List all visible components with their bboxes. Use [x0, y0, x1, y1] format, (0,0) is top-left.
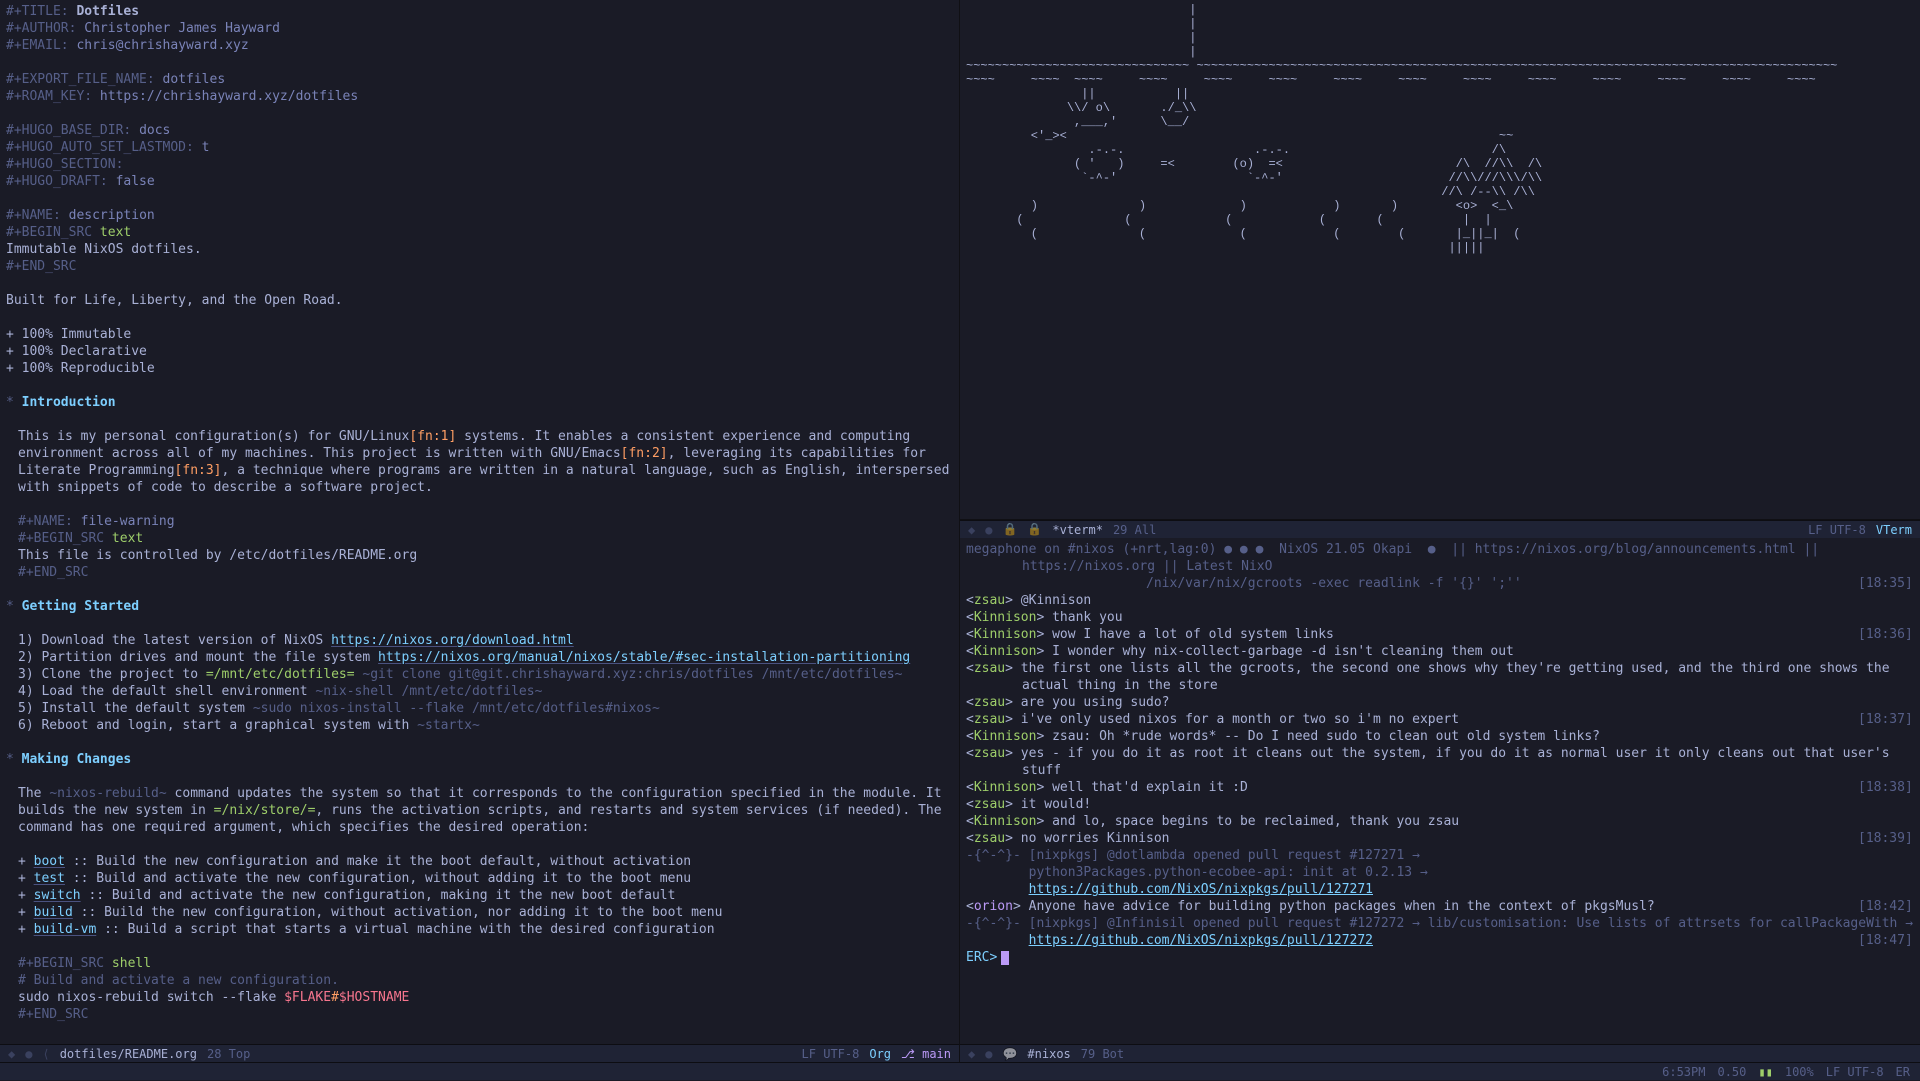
description-body: Immutable NixOS dotfiles. [6, 241, 953, 258]
aquarium-ascii: | | | | ~~~~~~~~~~~~~~~~~~~~~~~~~~~~~~~ … [966, 3, 1914, 255]
step-6: 6) Reboot and login, start a graphical s… [6, 717, 953, 734]
step-4: 4) Load the default shell environment ~n… [6, 683, 953, 700]
evil-state-icon: ◆ [8, 1045, 15, 1063]
chat-message: <Kinnison> I wonder why nix-collect-garb… [966, 643, 1914, 660]
modified-icon: ● [25, 1045, 32, 1063]
making-changes-paragraph: The ~nixos-rebuild~ command updates the … [6, 785, 953, 836]
encoding: LF UTF-8 [1826, 1063, 1884, 1080]
encoding: LF UTF-8 [1808, 521, 1866, 539]
partition-link[interactable]: https://nixos.org/manual/nixos/stable/#s… [378, 650, 910, 665]
org-roam-line: #+ROAM_KEY: https://chrishayward.xyz/dot… [6, 88, 953, 105]
chat-message: <zsau> the first one lists all the gcroo… [966, 660, 1914, 694]
heading-making-changes[interactable]: * Making Changes [6, 751, 953, 768]
vterm-buffer[interactable]: | | | | ~~~~~~~~~~~~~~~~~~~~~~~~~~~~~~~ … [960, 0, 1920, 520]
chat-message: <Kinnison> and lo, space begins to be re… [966, 813, 1914, 830]
evil-state-icon: ◆ [968, 1045, 975, 1063]
buffer-name: *vterm* [1052, 521, 1103, 539]
chat-message: [18:37]<zsau> i've only used nixos for a… [966, 711, 1914, 728]
org-buffer[interactable]: #+TITLE: Dotfiles #+AUTHOR: Christopher … [0, 0, 959, 1044]
chat-message: [18:38]<Kinnison> well that'd explain it… [966, 779, 1914, 796]
modified-icon: ● [985, 521, 992, 539]
chat-icon: 💬 [1002, 1045, 1017, 1063]
emacs-frame: #+TITLE: Dotfiles #+AUTHOR: Christopher … [0, 0, 1920, 1062]
chat-message: <zsau> yes - if you do it as root it cle… [966, 745, 1914, 779]
lock-icon: 🔒 [1002, 521, 1017, 539]
chat-message: [18:39]<zsau> no worries Kinnison [966, 830, 1914, 847]
step-5: 5) Install the default system ~sudo nixo… [6, 700, 953, 717]
org-title-line: #+TITLE: Dotfiles [6, 3, 953, 20]
heading-getting-started[interactable]: * Getting Started [6, 598, 953, 615]
tagline: Built for Life, Liberty, and the Open Ro… [6, 292, 953, 309]
pr-notice-2: -{^-^}- [nixpkgs] @Infinisil opened pull… [966, 915, 1914, 932]
readonly-icon: 🔒 [1027, 521, 1042, 539]
step-3: 3) Clone the project to =/mnt/etc/dotfil… [6, 666, 953, 683]
heading-introduction[interactable]: * Introduction [6, 394, 953, 411]
branch-icon: ⎇ [901, 1047, 915, 1061]
clock: 6:53PM [1662, 1063, 1705, 1080]
server-notice: megaphone on #nixos (+nrt,lag:0) ● ● ● N… [966, 541, 1914, 575]
buffer-name: dotfiles/README.org [60, 1045, 197, 1063]
chat-message: <zsau> are you using sudo? [966, 694, 1914, 711]
battery-icon: ▮▮ [1758, 1063, 1772, 1080]
chat-message: [18:36]<Kinnison> wow I have a lot of ol… [966, 626, 1914, 643]
erc-prompt-line[interactable]: ERC> [966, 949, 1914, 966]
encoding: LF UTF-8 [802, 1045, 860, 1063]
buffer-position: 79 Bot [1081, 1045, 1124, 1063]
org-export-line: #+EXPORT_FILE_NAME: dotfiles [6, 71, 953, 88]
step-1: 1) Download the latest version of NixOS … [6, 632, 953, 649]
left-column: #+TITLE: Dotfiles #+AUTHOR: Christopher … [0, 0, 960, 1062]
buffer-position: 28 Top [207, 1045, 250, 1063]
chat-message: <zsau> it would! [966, 796, 1914, 813]
msg-orion: [18:42]<orion> Anyone have advice for bu… [966, 898, 1914, 915]
chat-message: <zsau> @Kinnison [966, 592, 1914, 609]
intro-paragraph: This is my personal configuration(s) for… [6, 428, 953, 496]
step-2: 2) Partition drives and mount the file s… [6, 649, 953, 666]
git-branch: main [922, 1047, 951, 1061]
evil-state-icon: ◆ [968, 521, 975, 539]
modified-icon: ● [985, 1045, 992, 1063]
major-mode: ER [1896, 1063, 1910, 1080]
chat-message: <Kinnison> thank you [966, 609, 1914, 626]
modeline-erc[interactable]: ◆ ● 💬 #nixos 79 Bot [960, 1044, 1920, 1062]
pr-link-1[interactable]: https://github.com/NixOS/nixpkgs/pull/12… [1029, 882, 1373, 897]
buffer-position: 29 All [1113, 521, 1156, 539]
download-link[interactable]: https://nixos.org/download.html [331, 633, 574, 648]
erc-buffer[interactable]: megaphone on #nixos (+nrt,lag:0) ● ● ● N… [960, 538, 1920, 1044]
org-author-line: #+AUTHOR: Christopher James Hayward [6, 20, 953, 37]
cursor-icon [1001, 951, 1009, 965]
modeline-vterm[interactable]: ◆ ● 🔒 🔒 *vterm* 29 All LF UTF-8 VTerm [960, 520, 1920, 538]
status-bar: 6:53PM 0.50 ▮▮ 100% LF UTF-8 ER [0, 1062, 1920, 1080]
right-column: | | | | ~~~~~~~~~~~~~~~~~~~~~~~~~~~~~~~ … [960, 0, 1920, 1062]
major-mode: Org [869, 1045, 891, 1063]
modeline-org[interactable]: ◆ ● ⟨ dotfiles/README.org 28 Top LF UTF-… [0, 1044, 959, 1062]
battery-percent: 100% [1785, 1063, 1814, 1080]
major-mode: VTerm [1876, 521, 1912, 539]
org-email-line: #+EMAIL: chris@chrishayward.xyz [6, 37, 953, 54]
pr-link-2[interactable]: https://github.com/NixOS/nixpkgs/pull/12… [1029, 933, 1373, 948]
chat-message: <Kinnison> zsau: Oh *rude words* -- Do I… [966, 728, 1914, 745]
load-average: 0.50 [1717, 1063, 1746, 1080]
pr-notice-1: -{^-^}- [nixpkgs] @dotlambda opened pull… [966, 847, 1914, 864]
buffer-name: #nixos [1027, 1045, 1070, 1063]
